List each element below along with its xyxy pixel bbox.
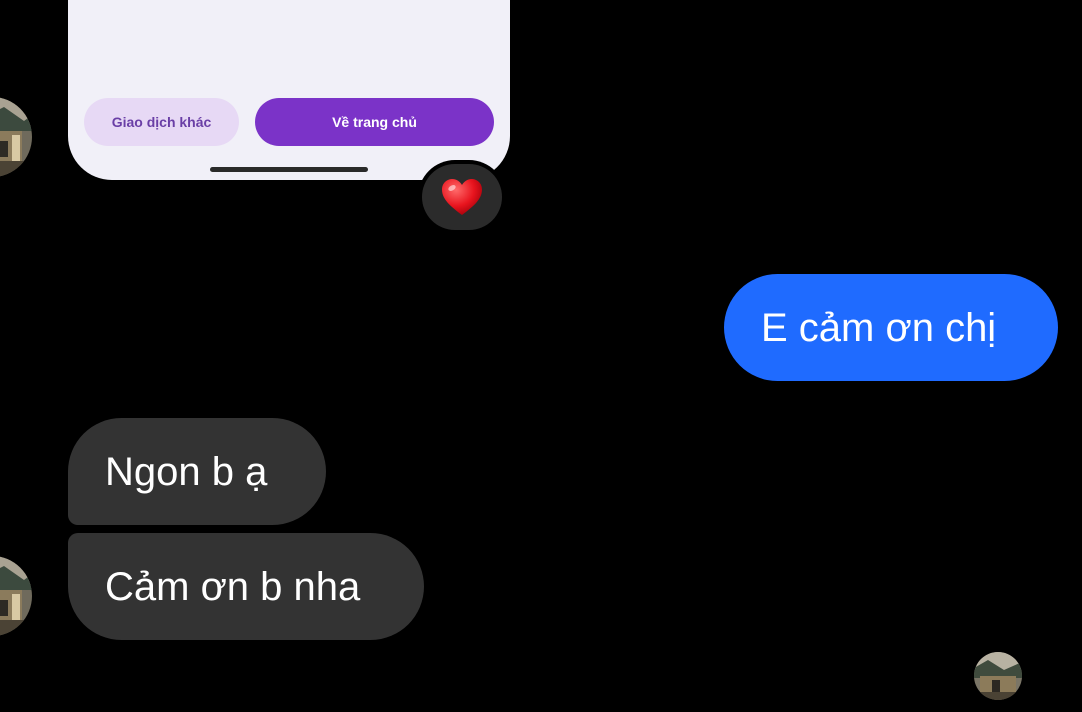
other-transaction-button: Giao dịch khác: [84, 98, 239, 146]
shared-image-message[interactable]: Giao dịch khác Về trang chủ: [68, 0, 510, 180]
read-receipt-avatar: [974, 652, 1022, 700]
contact-avatar[interactable]: [0, 97, 32, 177]
chat-thread: Giao dịch khác Về trang chủ E cảm ơn chị: [0, 0, 1082, 712]
go-home-button: Về trang chủ: [255, 98, 494, 146]
received-message-bubble[interactable]: Cảm ơn b nha: [68, 533, 424, 640]
message-text: Ngon b ạ: [105, 449, 268, 494]
home-indicator: [210, 167, 368, 172]
message-text: E cảm ơn chị: [761, 305, 997, 350]
heart-icon: [442, 179, 482, 215]
message-text: Cảm ơn b nha: [105, 564, 361, 609]
contact-avatar[interactable]: [0, 556, 32, 636]
sent-message-bubble[interactable]: E cảm ơn chị: [724, 274, 1058, 381]
received-message-bubble[interactable]: Ngon b ạ: [68, 418, 326, 525]
reaction-badge: [422, 164, 502, 230]
message-reaction[interactable]: [418, 160, 506, 234]
